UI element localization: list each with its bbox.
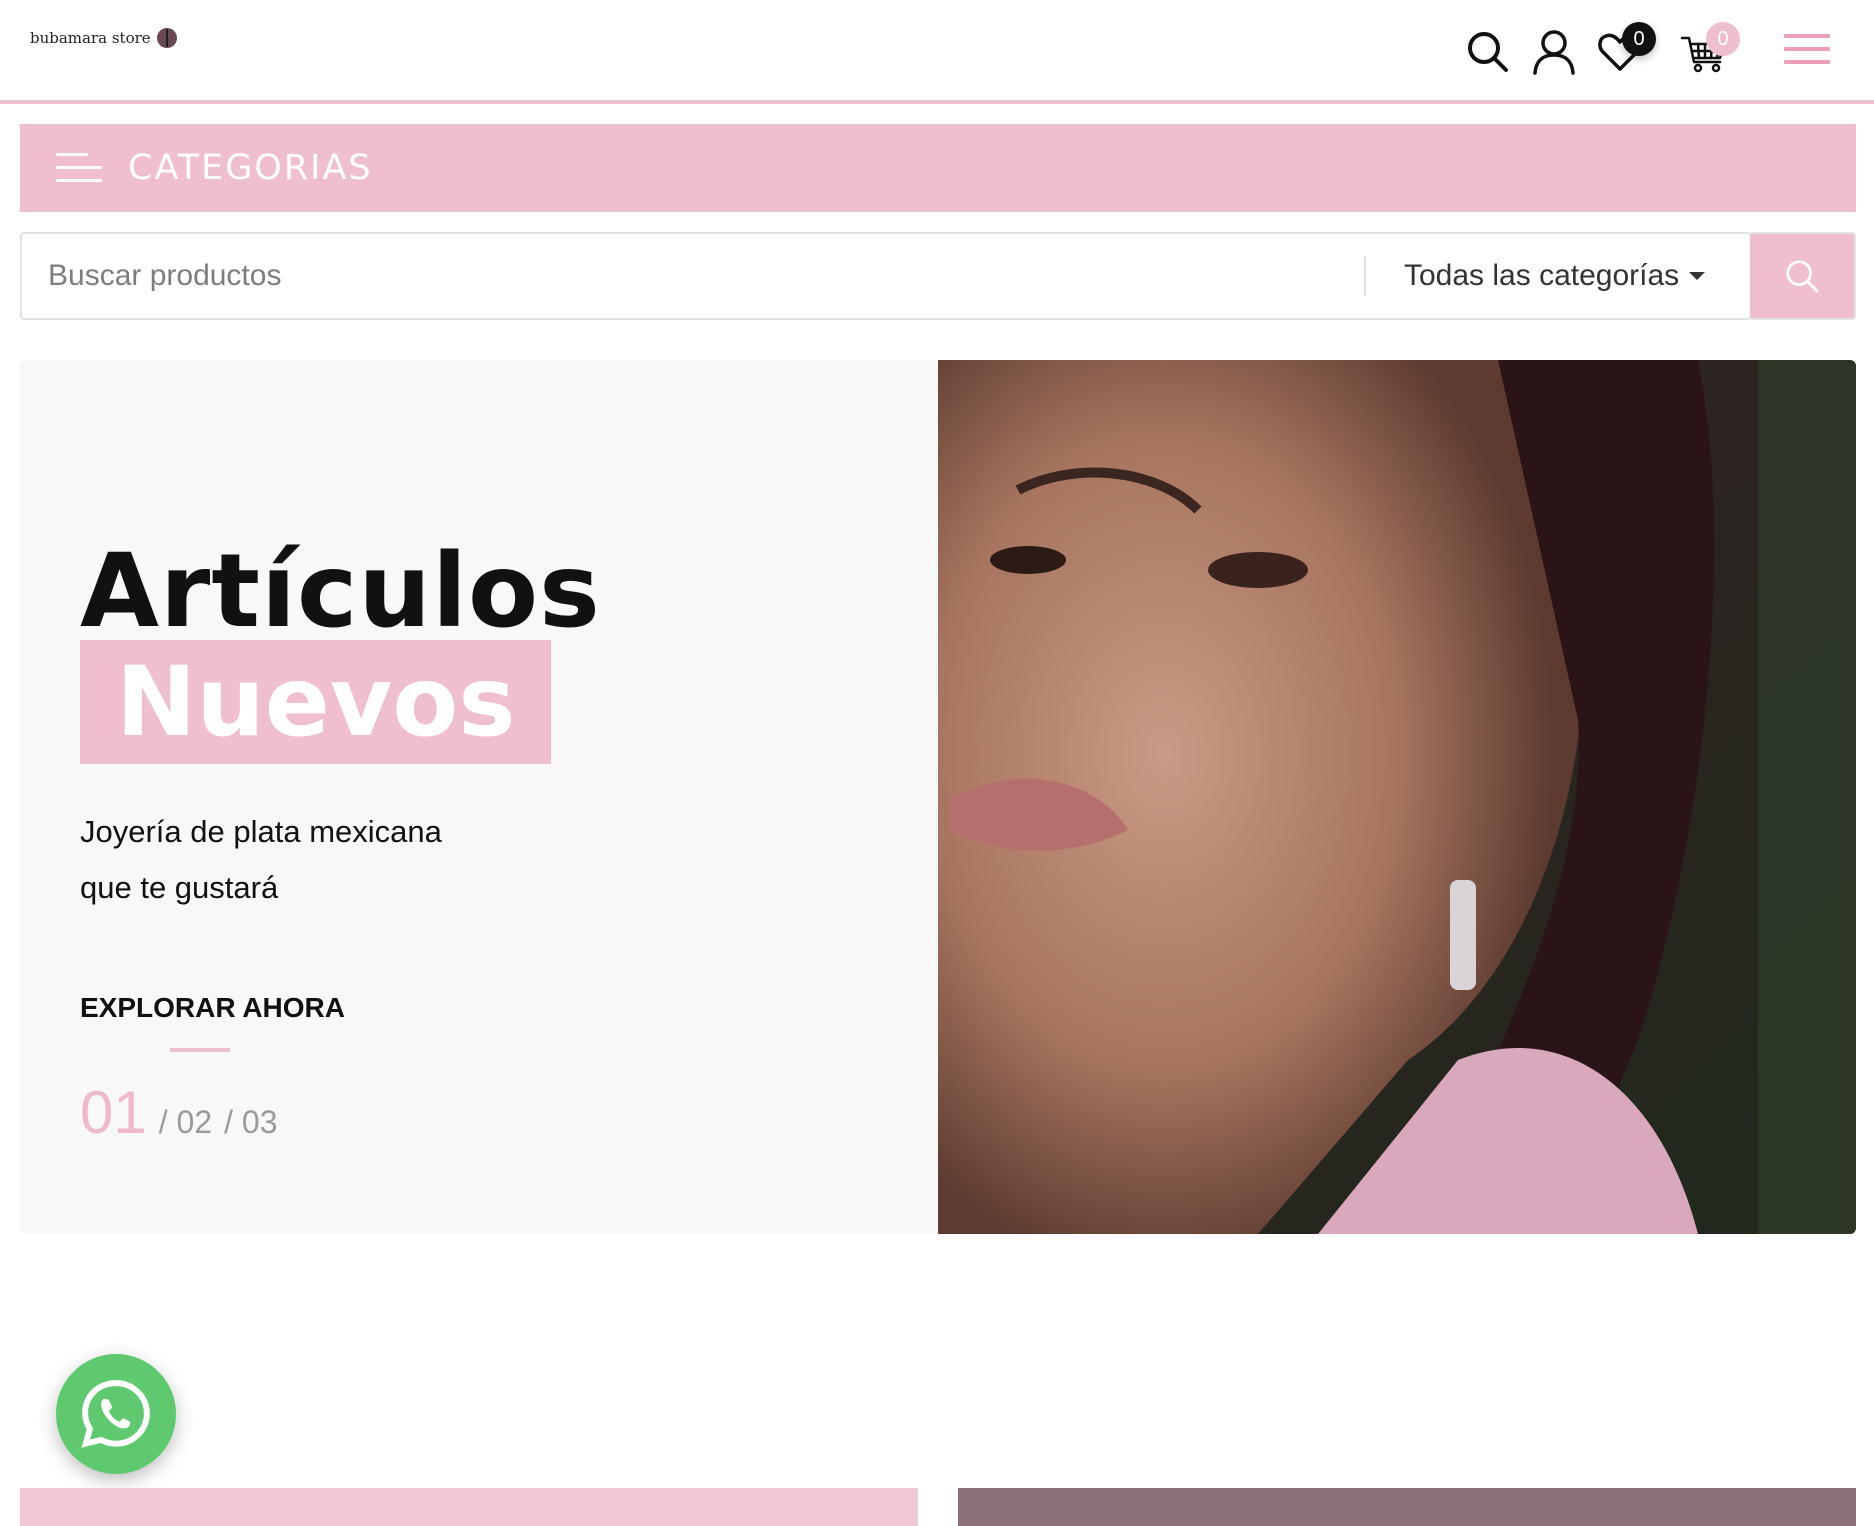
- store-logo[interactable]: bubamara store: [30, 28, 177, 48]
- cart-button[interactable]: 0: [1680, 22, 1740, 76]
- category-select[interactable]: Todas las categorías: [1366, 234, 1750, 318]
- wishlist-count-badge: 0: [1622, 22, 1656, 56]
- menu-icon: [1784, 34, 1830, 38]
- product-search-form: Todas las categorías: [20, 232, 1856, 320]
- hero-subtitle: Joyería de plata mexicana que te gustará: [80, 814, 442, 905]
- hero-title-line2: Nuevos: [80, 640, 552, 764]
- slide-indicator[interactable]: / 03: [224, 1104, 277, 1147]
- slide-indicator-current[interactable]: 01: [80, 1078, 147, 1147]
- cta-underline: [170, 1048, 230, 1052]
- model-portrait-image: [938, 360, 1856, 1234]
- categories-label: CATEGORIAS: [128, 148, 373, 188]
- product-tile[interactable]: [20, 1488, 918, 1526]
- wishlist-button[interactable]: 0: [1596, 22, 1656, 76]
- search-submit-button[interactable]: [1750, 234, 1854, 318]
- search-icon: [1786, 260, 1819, 293]
- product-tile[interactable]: [958, 1488, 1856, 1526]
- user-icon: [1533, 30, 1575, 75]
- categories-menu-icon: [56, 153, 102, 183]
- explore-now-link[interactable]: EXPLORAR AHORA: [80, 992, 345, 1024]
- hero-slider: Artículos Nuevos Joyería de plata mexica…: [20, 360, 1856, 1234]
- slide-pager: 01 / 02 / 03: [80, 1078, 278, 1147]
- hero-title-line1: Artículos: [80, 532, 601, 651]
- categories-toggle[interactable]: CATEGORIAS: [20, 124, 1856, 212]
- search-button[interactable]: [1464, 28, 1512, 76]
- hero-content: Artículos Nuevos Joyería de plata mexica…: [20, 360, 938, 1234]
- category-select-value: Todas las categorías: [1404, 259, 1680, 292]
- search-input[interactable]: [22, 234, 1364, 318]
- cart-count-badge: 0: [1706, 22, 1740, 56]
- whatsapp-icon: [81, 1380, 150, 1448]
- slide-indicator[interactable]: / 02: [159, 1104, 212, 1147]
- main-menu-button[interactable]: [1784, 34, 1830, 68]
- search-icon: [1468, 32, 1508, 72]
- account-button[interactable]: [1530, 28, 1578, 76]
- site-header: bubamara store 0 0: [0, 0, 1874, 104]
- caret-down-icon: [1689, 272, 1706, 280]
- hero-photo: [938, 360, 1856, 1234]
- whatsapp-button[interactable]: [56, 1354, 176, 1474]
- logo-text: bubamara store: [30, 29, 151, 47]
- page: bubamara store 0 0 CATEGORIAS Buscar pro…: [0, 0, 1874, 1526]
- ladybug-logo-icon: [156, 28, 177, 48]
